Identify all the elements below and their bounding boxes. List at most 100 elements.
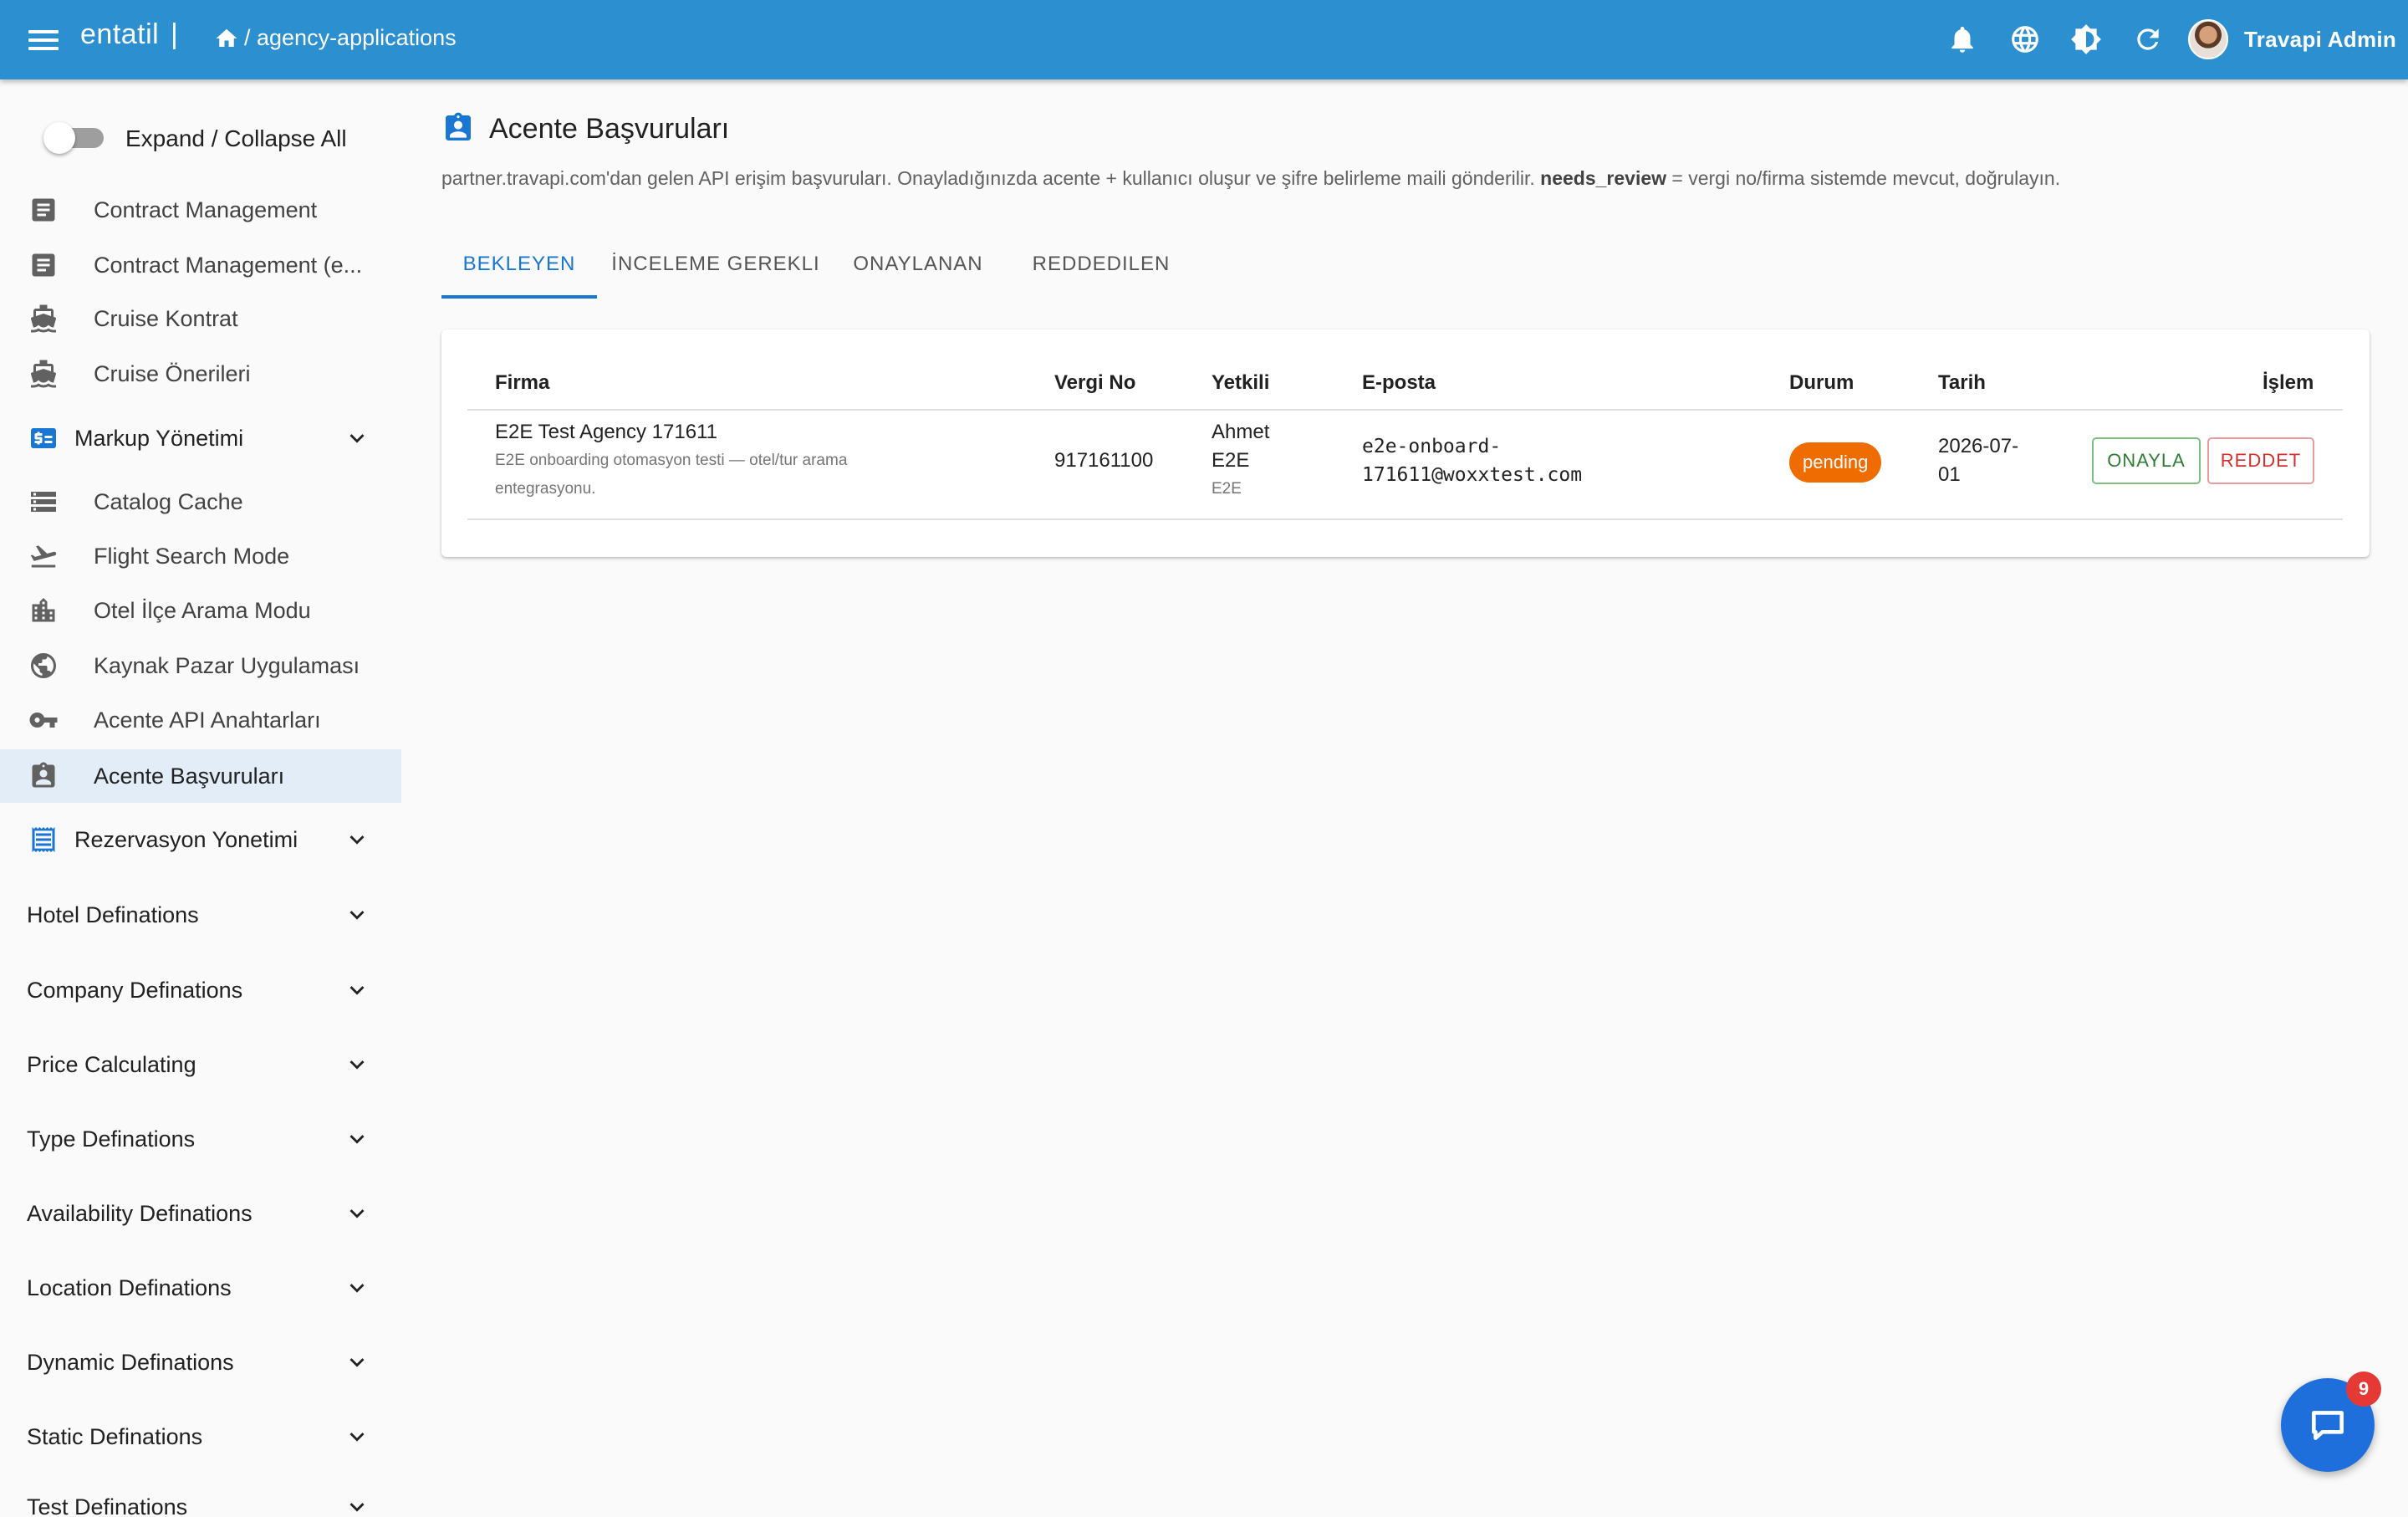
storage-icon xyxy=(31,492,56,512)
row-divider xyxy=(467,518,2343,520)
price-icon xyxy=(31,428,56,448)
chevron-down-icon xyxy=(349,434,365,443)
sidebar-group-label: Markup Yönetimi xyxy=(74,425,244,451)
sidebar-item-acente-api-anahtarlari[interactable]: Acente API Anahtarları xyxy=(0,693,401,747)
assignment-icon xyxy=(446,112,471,140)
sidebar-group-label: Location Definations xyxy=(27,1274,232,1300)
sidebar-item-kaynak-pazar[interactable]: Kaynak Pazar Uygulaması xyxy=(0,639,401,692)
eposta-line-2: 171611@woxxtest.com xyxy=(1362,464,1583,486)
sidebar-group-static-definations[interactable]: Static Definations xyxy=(0,1410,401,1463)
sidebar-item-label: Otel İlçe Arama Modu xyxy=(94,597,311,623)
public-icon xyxy=(31,653,56,678)
column-header-vergi-no: Vergi No xyxy=(1054,371,1136,394)
sidebar-group-label: Hotel Definations xyxy=(27,902,199,927)
sidebar-group-price-calculating[interactable]: Price Calculating xyxy=(0,1038,401,1091)
chevron-down-icon xyxy=(349,1135,365,1144)
column-header-firma: Firma xyxy=(495,371,550,394)
tab-inceleme-gerekli[interactable]: İNCELEME GEREKLI xyxy=(609,230,823,299)
header-divider xyxy=(467,409,2343,411)
applications-table-card: Firma Vergi No Yetkili E-posta Durum Tar… xyxy=(441,329,2370,557)
chevron-down-icon xyxy=(349,1060,365,1070)
chat-badge: 9 xyxy=(2346,1371,2381,1407)
sidebar-group-company-definations[interactable]: Company Definations xyxy=(0,963,401,1017)
building-icon xyxy=(32,598,55,622)
column-header-eposta: E-posta xyxy=(1362,371,1436,394)
brand-separator: | xyxy=(171,18,178,50)
sidebar-group-markup[interactable]: Markup Yönetimi xyxy=(0,411,401,465)
firma-cell: E2E Test Agency 171611 E2E onboarding ot… xyxy=(495,418,963,503)
assignment-icon xyxy=(32,762,55,788)
sidebar-group-rezervasyon[interactable]: Rezervasyon Yonetimi xyxy=(0,813,401,866)
avatar[interactable] xyxy=(2188,19,2228,59)
sidebar-item-label: Cruise Önerileri xyxy=(94,360,251,386)
contract-icon xyxy=(32,253,55,277)
column-header-yetkili: Yetkili xyxy=(1212,371,1270,394)
home-icon[interactable] xyxy=(214,26,239,51)
sidebar-group-label: Dynamic Definations xyxy=(27,1349,234,1375)
sidebar-item-label: Kaynak Pazar Uygulaması xyxy=(94,652,360,678)
sidebar-group-location-definations[interactable]: Location Definations xyxy=(0,1261,401,1315)
key-icon xyxy=(29,713,58,728)
sidebar-group-dynamic-definations[interactable]: Dynamic Definations xyxy=(0,1336,401,1389)
tab-bekleyen[interactable]: BEKLEYEN xyxy=(441,230,597,299)
tarih-line-1: 2026-07- xyxy=(1938,435,2019,457)
sidebar-group-label: Price Calculating xyxy=(27,1051,196,1077)
chevron-down-icon xyxy=(349,1358,365,1367)
chevron-down-icon xyxy=(349,1503,365,1512)
ship-icon xyxy=(30,304,56,333)
chevron-down-icon xyxy=(349,986,365,995)
tarih-cell: 2026-07- 01 xyxy=(1938,432,2018,489)
user-name[interactable]: Travapi Admin xyxy=(2244,27,2396,53)
approve-button[interactable]: ONAYLA xyxy=(2092,437,2201,484)
sidebar-group-hotel-definations[interactable]: Hotel Definations xyxy=(0,888,401,942)
chevron-down-icon xyxy=(349,1284,365,1293)
firma-description-line-2: entegrasyonu. xyxy=(495,480,596,498)
sidebar-item-label: Contract Management xyxy=(94,197,318,222)
sidebar-group-label: Company Definations xyxy=(27,977,243,1003)
chat-icon xyxy=(2312,1411,2344,1440)
top-app-bar: entatil | / agency-applications Travapi … xyxy=(0,0,2408,79)
brightness-icon[interactable] xyxy=(2070,23,2102,55)
sidebar-item-contract-management-e[interactable]: Contract Management (e... xyxy=(0,238,401,292)
sidebar-group-test-definations[interactable]: Test Definations xyxy=(0,1480,401,1517)
yetkili-cell: Ahmet E2E E2E xyxy=(1212,418,1269,503)
page-description: partner.travapi.com'dan gelen API erişim… xyxy=(441,167,2061,189)
sidebar-item-catalog-cache[interactable]: Catalog Cache xyxy=(0,475,401,529)
reject-button[interactable]: REDDET xyxy=(2207,437,2314,484)
needs-review-keyword: needs_review xyxy=(1540,167,1667,189)
bell-icon[interactable] xyxy=(1946,23,1978,55)
sidebar-item-acente-basvurulari[interactable]: Acente Başvuruları xyxy=(0,749,401,803)
tab-reddedilen[interactable]: REDDEDILEN xyxy=(1013,230,1189,299)
sidebar-group-label: Test Definations xyxy=(27,1494,188,1517)
status-tabs: BEKLEYEN İNCELEME GEREKLI ONAYLANAN REDD… xyxy=(441,230,1278,299)
tab-onaylanan[interactable]: ONAYLANAN xyxy=(834,230,1002,299)
flight-icon xyxy=(30,545,57,568)
yetkili-line-1: Ahmet xyxy=(1212,421,1270,443)
sidebar-item-label: Acente API Anahtarları xyxy=(94,707,321,733)
chevron-down-icon xyxy=(349,835,365,845)
yetkili-sub: E2E xyxy=(1212,480,1242,498)
sidebar-item-contract-management[interactable]: Contract Management xyxy=(0,183,401,237)
sidebar-item-otel-ilce-arama[interactable]: Otel İlçe Arama Modu xyxy=(0,584,401,637)
sidebar-group-availability-definations[interactable]: Availability Definations xyxy=(0,1187,401,1240)
sidebar-item-cruise-onerileri[interactable]: Cruise Önerileri xyxy=(0,347,401,401)
brand-logo[interactable]: entatil xyxy=(80,18,159,51)
sidebar-item-label: Cruise Kontrat xyxy=(94,305,238,331)
chevron-down-icon xyxy=(349,1433,365,1442)
breadcrumb-path: / agency-applications xyxy=(244,25,457,50)
sidebar-item-cruise-kontrat[interactable]: Cruise Kontrat xyxy=(0,292,401,345)
menu-icon[interactable] xyxy=(28,25,59,55)
expand-collapse-label: Expand / Collapse All xyxy=(125,125,347,151)
sidebar-group-type-definations[interactable]: Type Definations xyxy=(0,1112,401,1166)
eposta-cell: e2e-onboard- 171611@woxxtest.com xyxy=(1362,432,1582,489)
expand-collapse-toggle[interactable] xyxy=(43,122,105,154)
chevron-down-icon xyxy=(349,911,365,920)
eposta-line-1: e2e-onboard- xyxy=(1362,436,1502,457)
sidebar-item-flight-search-mode[interactable]: Flight Search Mode xyxy=(0,529,401,583)
refresh-icon[interactable] xyxy=(2132,23,2164,55)
firma-description-line-1: E2E onboarding otomasyon testi — otel/tu… xyxy=(495,452,848,469)
yetkili-line-2: E2E xyxy=(1212,449,1250,472)
sidebar-group-label: Rezervasyon Yonetimi xyxy=(74,826,298,852)
sidebar-item-label: Catalog Cache xyxy=(94,488,243,514)
globe-icon[interactable] xyxy=(2009,23,2041,55)
